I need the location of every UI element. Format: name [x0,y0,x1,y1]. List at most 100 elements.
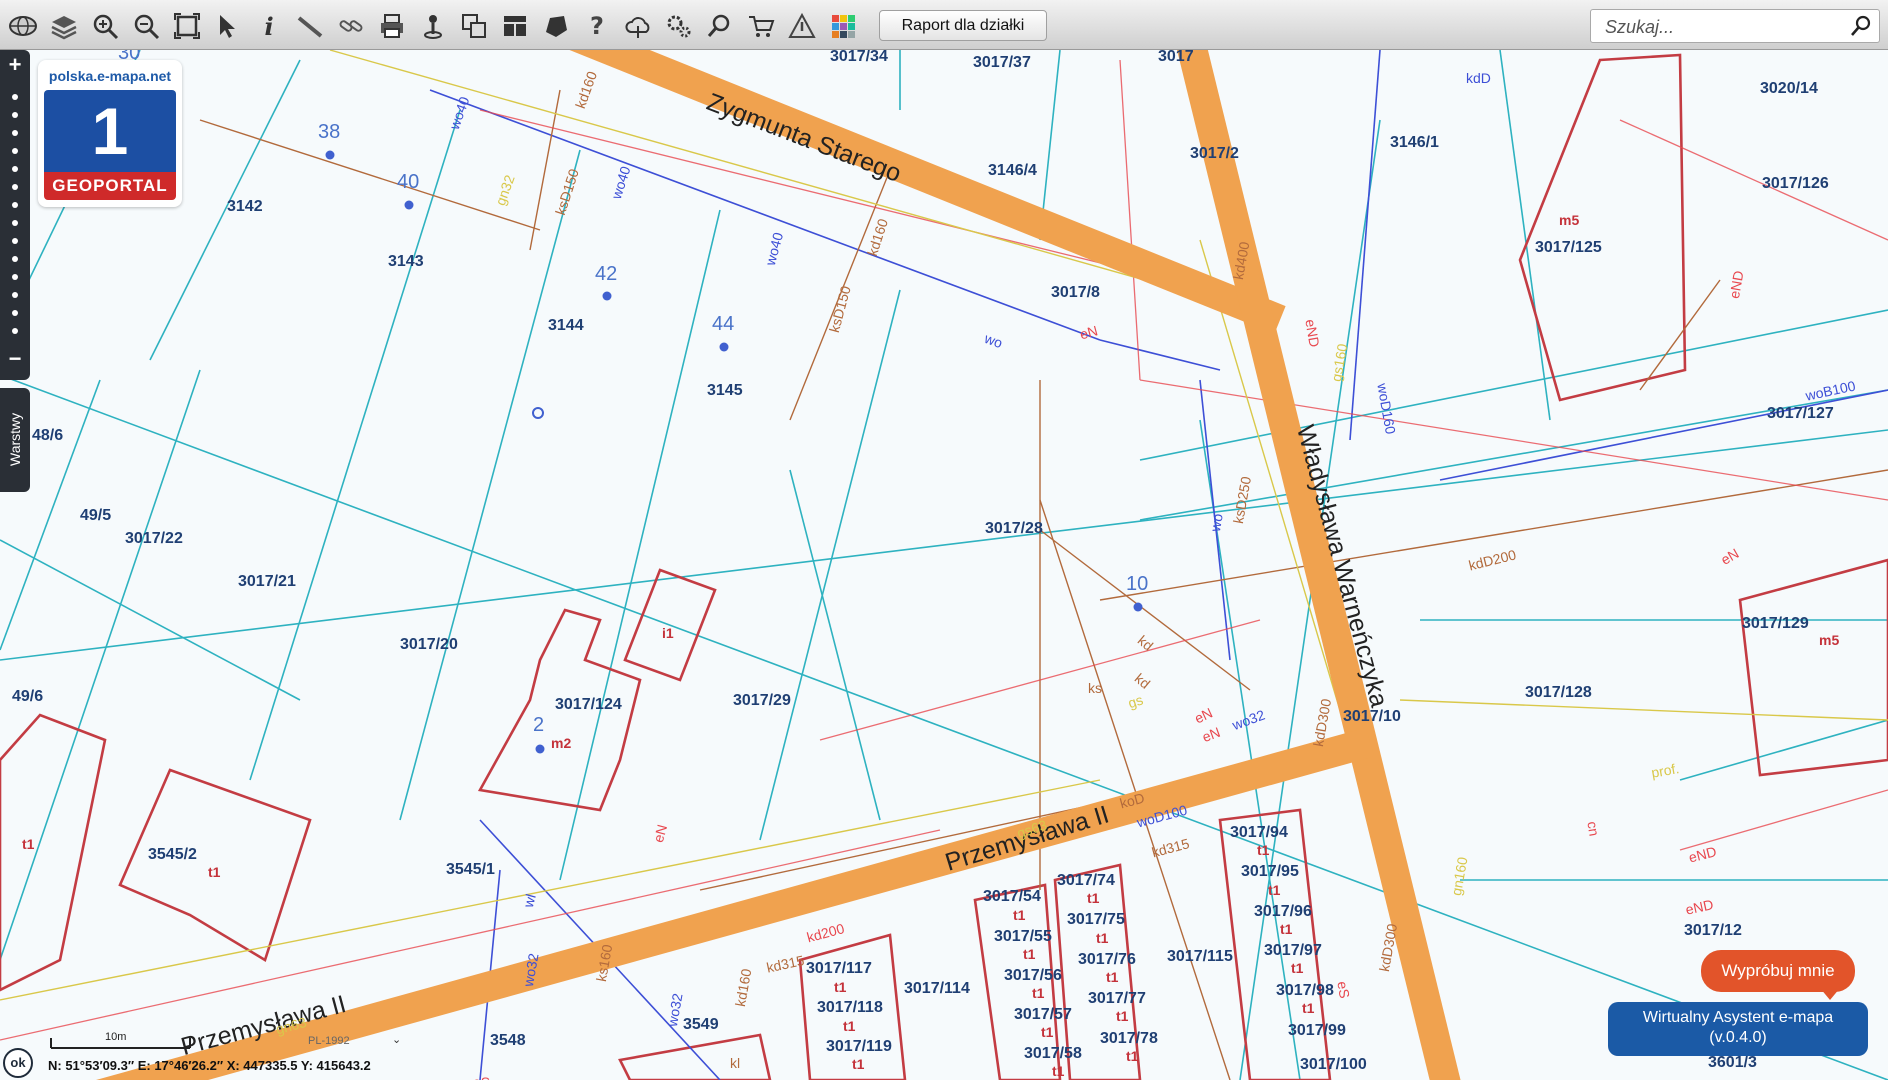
plot-label: 3017/119 [826,1038,892,1055]
house-number: 10 [1126,573,1149,595]
parcel-report-button[interactable]: Raport dla działki [879,10,1047,41]
house-number: 2 [533,714,545,736]
map-layer [0,50,1888,1080]
plot-label: 3017/94 [1230,824,1288,841]
search-icon[interactable] [1849,14,1873,38]
search-input[interactable] [1603,11,1847,43]
plot-label: 3142 [227,198,263,215]
palette-icon[interactable] [824,7,862,45]
layers-icon[interactable] [45,7,83,45]
logo-number: 1 [44,90,176,172]
plot-label: 3017/8 [1051,284,1100,301]
zoom-out-button[interactable]: − [4,348,26,370]
plot-label: 3017/74 [1057,872,1115,889]
building-code: t1 [1106,969,1119,985]
plot-label: 3017 [1158,50,1194,65]
warning-icon[interactable] [783,7,821,45]
plot-label: 3017/99 [1288,1022,1346,1039]
plot-label: 3017/125 [1535,239,1602,256]
chevron-down-icon[interactable]: ⌄ [392,1033,401,1046]
layout-icon[interactable] [496,7,534,45]
plot-label: 3017/96 [1254,903,1312,920]
plot-label: 3017/28 [985,520,1043,537]
zoom-step[interactable] [12,184,18,190]
zoom-step[interactable] [12,256,18,262]
virtual-assistant-button[interactable]: Wirtualny Asystent e-mapa (v.0.4.0) [1608,1002,1868,1056]
building-code: t1 [208,864,221,880]
building-code: m5 [1559,212,1580,228]
plot-label: 3017/54 [983,888,1041,905]
scale-bar: 10m PL-1992 ⌄ [50,1031,410,1054]
plot-label: 3017/128 [1525,684,1592,701]
zoom-step[interactable] [12,238,18,244]
plot-label: 3017/37 [973,54,1031,71]
cloud-icon[interactable] [619,7,657,45]
zoom-step[interactable] [12,310,18,316]
layers-tab-label: Warstwy [7,412,23,466]
utility-label: kl [730,1055,741,1071]
print-icon[interactable] [373,7,411,45]
building-code: t1 [1126,1048,1139,1064]
plot-label: 3017/77 [1088,990,1146,1007]
zoom-step[interactable] [12,274,18,280]
building-code: m5 [1819,632,1840,648]
building-code: t1 [852,1056,865,1072]
plot-label: 3017/2 [1190,145,1239,162]
building-code: m2 [551,735,572,751]
zoom-step[interactable] [12,328,18,334]
pin-icon[interactable] [414,7,452,45]
copy-icon[interactable] [455,7,493,45]
try-me-button[interactable]: Wypróbuj mnie [1701,950,1855,992]
building-code: t1 [1052,1063,1065,1079]
building-code: t1 [834,979,847,995]
plot-label: 3017/129 [1742,615,1809,632]
info-icon[interactable]: i [250,7,288,45]
help-icon[interactable]: ? [578,7,616,45]
find-icon[interactable] [701,7,739,45]
plot-label: 3017/58 [1024,1045,1082,1062]
settings-icon[interactable] [660,7,698,45]
building-code: t1 [1280,921,1293,937]
zoom-step[interactable] [12,148,18,154]
search-box [1590,9,1880,43]
shape-icon[interactable] [537,7,575,45]
zoom-in-button[interactable]: + [4,54,26,76]
building-code: t1 [1032,985,1045,1001]
geoportal-logo[interactable]: polska.e-mapa.net 1 GEOPORTAL [38,60,182,207]
building-code: t1 [843,1018,856,1034]
ok-button[interactable]: ok [3,1048,33,1078]
zoom-step[interactable] [12,166,18,172]
pointer-icon[interactable] [209,7,247,45]
plot-label: 3017/75 [1067,911,1125,928]
zoom-step[interactable] [12,292,18,298]
plot-label: 3017/95 [1241,863,1299,880]
zoom-out-icon[interactable] [127,7,165,45]
logo-name: GEOPORTAL [44,172,176,200]
zoom-step[interactable] [12,130,18,136]
zoom-step[interactable] [12,94,18,100]
plot-label: 3017/20 [400,636,458,653]
cart-icon[interactable] [742,7,780,45]
plot-label: 3017/21 [238,573,296,590]
house-number: 38 [318,121,341,143]
crs-select[interactable]: PL-1992 [308,1035,350,1047]
house-number: 42 [595,263,618,285]
zoom-slider[interactable]: + − [0,50,30,380]
plot-label: 3549 [683,1016,719,1033]
zoom-step[interactable] [12,112,18,118]
plot-label: 3017/55 [994,928,1052,945]
link-icon[interactable] [332,7,370,45]
measure-icon[interactable] [291,7,329,45]
map-canvas[interactable]: Zygmunta Starego Władysława Warneńczyka … [0,50,1888,1080]
zoom-step[interactable] [12,220,18,226]
building-code: t1 [1302,1000,1315,1016]
utility-label: wo [1207,512,1226,533]
full-extent-icon[interactable] [168,7,206,45]
layers-panel-tab[interactable]: Warstwy [0,388,30,492]
building-code: t1 [1013,907,1026,923]
zoom-in-icon[interactable] [86,7,124,45]
utility-label: eS [473,1074,490,1080]
house-number: 40 [397,171,420,193]
globe-icon[interactable] [4,7,42,45]
zoom-step[interactable] [12,202,18,208]
